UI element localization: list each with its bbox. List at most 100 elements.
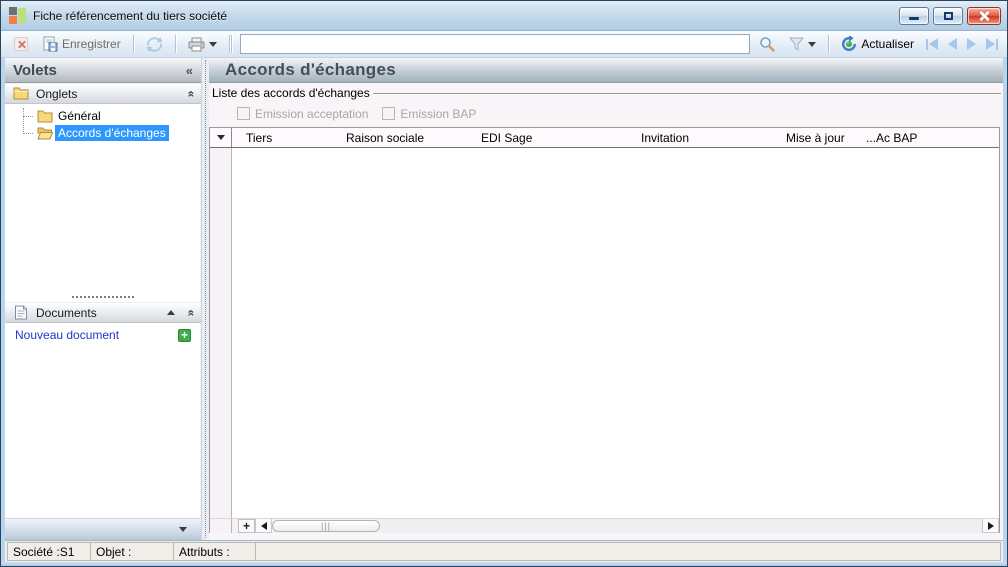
sidebar-main-splitter[interactable] [202, 58, 209, 540]
row-selector-column [210, 148, 232, 518]
hscrollbar-thumb[interactable]: ||| [272, 520, 380, 532]
actualiser-icon [842, 36, 857, 51]
sidebar-bottom-bar [5, 518, 201, 540]
group-box-label: Liste des accords d'échanges [212, 85, 370, 100]
sidebar-spacer [5, 347, 201, 518]
tree-item-label: Accords d'échanges [55, 125, 169, 141]
tree-item-label: Général [58, 109, 101, 123]
app-logo-icon [9, 7, 26, 24]
sidebar-header: Volets « [5, 58, 201, 83]
add-document-button[interactable]: + [178, 328, 191, 342]
next-record-button[interactable] [964, 37, 979, 51]
previous-record-icon [948, 38, 958, 50]
column-header-invitation[interactable]: Invitation [627, 128, 772, 147]
panel-header-onglets[interactable]: Onglets « [5, 83, 201, 104]
sidebar-title: Volets [13, 61, 57, 79]
document-icon [15, 305, 27, 320]
status-objet: Objet : [91, 542, 174, 561]
refresh-list-button[interactable]: Actualiser [836, 33, 919, 55]
page-title: Accords d'échanges [225, 60, 397, 79]
scroll-right-button[interactable] [982, 519, 999, 533]
statusbar: Société :S1 Objet : Attributs : [5, 540, 1003, 562]
table-rows-area[interactable] [232, 148, 999, 518]
checkbox-emission-acceptation[interactable]: Emission acceptation [237, 107, 368, 121]
minimize-button[interactable] [899, 6, 929, 25]
save-button[interactable]: Enregistrer [37, 33, 126, 55]
sidebar-collapse-icon[interactable]: « [186, 63, 193, 78]
checkbox-label: Emission BAP [400, 106, 477, 121]
scroll-left-icon [260, 521, 267, 530]
folder-icon [37, 110, 53, 122]
scroll-left-button[interactable] [255, 519, 272, 533]
toolbar: Enregistrer Actualiser [1, 31, 1007, 58]
toolbar-separator [828, 35, 830, 53]
checkbox-box[interactable] [382, 107, 396, 120]
status-extra [256, 542, 1001, 561]
column-header-mise-a-jour[interactable]: Mise à jour [772, 128, 852, 147]
search-input[interactable] [240, 34, 751, 54]
panel-title-onglets: Onglets [36, 86, 78, 101]
column-header-ac-bap[interactable]: ...Ac BAP [852, 128, 999, 147]
main-header: Accords d'échanges [209, 58, 1003, 83]
next-record-icon [967, 38, 977, 50]
main-panel: Accords d'échanges Liste des accords d'é… [209, 58, 1003, 540]
filter-button[interactable] [784, 34, 821, 54]
first-record-button[interactable] [923, 37, 941, 51]
onglets-tree: Général Accords d'échanges [5, 104, 201, 144]
group-box-line [372, 92, 1001, 94]
panel-scroll-up-icon[interactable] [167, 310, 176, 316]
row-selector-header[interactable] [210, 128, 232, 147]
save-icon [43, 36, 58, 52]
column-header-edi-sage[interactable]: EDI Sage [467, 128, 627, 147]
restore-button[interactable] [933, 6, 963, 25]
selector-column-spacer [210, 519, 232, 533]
column-header-tiers[interactable]: Tiers [232, 128, 332, 147]
panel-scroll-down-icon[interactable] [179, 527, 187, 532]
tree-item-general[interactable]: Général [5, 108, 201, 124]
toolbar-separator [230, 35, 232, 53]
panel-collapse-documents-icon[interactable]: « [185, 310, 199, 317]
splitter-grip-icon [72, 296, 134, 299]
panel-splitter-handle[interactable] [5, 292, 201, 303]
checkbox-row: Emission acceptation Emission BAP [209, 100, 1003, 127]
new-document-link[interactable]: Nouveau document [15, 328, 178, 342]
open-folder-icon [37, 127, 53, 139]
filter-dropdown-caret-icon[interactable] [808, 41, 817, 47]
delete-icon [14, 37, 28, 51]
table-header-row: Tiers Raison sociale EDI Sage Invitation… [210, 128, 999, 148]
close-button[interactable] [967, 6, 1001, 25]
delete-button[interactable] [9, 34, 33, 54]
panel-collapse-onglets-icon[interactable]: « [185, 90, 199, 97]
window-bottom-border [1, 562, 1007, 566]
tree-item-accords-dechanges[interactable]: Accords d'échanges [5, 125, 201, 141]
checkbox-box[interactable] [237, 107, 250, 120]
checkbox-emission-bap[interactable]: Emission BAP [382, 107, 476, 121]
search-icon [760, 37, 776, 52]
close-icon [978, 10, 990, 22]
folder-icon [13, 87, 29, 100]
selector-dropdown-icon [216, 135, 225, 140]
status-attributs: Attributs : [174, 542, 256, 561]
titlebar: Fiche référencement du tiers société [1, 1, 1007, 31]
scroll-right-icon [987, 521, 994, 530]
toolbar-separator [132, 35, 134, 53]
search-button[interactable] [754, 33, 780, 55]
add-row-button[interactable]: + [238, 519, 255, 533]
panel-header-documents[interactable]: Documents « [5, 302, 201, 324]
refresh-button[interactable] [141, 34, 168, 55]
toolbar-separator [228, 35, 230, 53]
previous-record-button[interactable] [945, 37, 960, 51]
table-hscrollbar: + ||| [210, 518, 999, 533]
toolbar-separator [174, 35, 176, 53]
refresh-icon [146, 36, 163, 52]
print-dropdown-caret-icon[interactable] [208, 41, 217, 47]
group-box-header: Liste des accords d'échanges [209, 83, 1003, 100]
status-societe: Société :S1 [7, 542, 91, 561]
sidebar: Volets « Onglets « Général Accords d'éch… [5, 58, 202, 540]
last-record-button[interactable] [983, 37, 1001, 51]
first-record-icon [929, 38, 939, 50]
column-header-raison-sociale[interactable]: Raison sociale [332, 128, 467, 147]
print-button[interactable] [183, 34, 222, 55]
minimize-icon [909, 17, 919, 20]
hscrollbar-track[interactable] [380, 519, 982, 533]
